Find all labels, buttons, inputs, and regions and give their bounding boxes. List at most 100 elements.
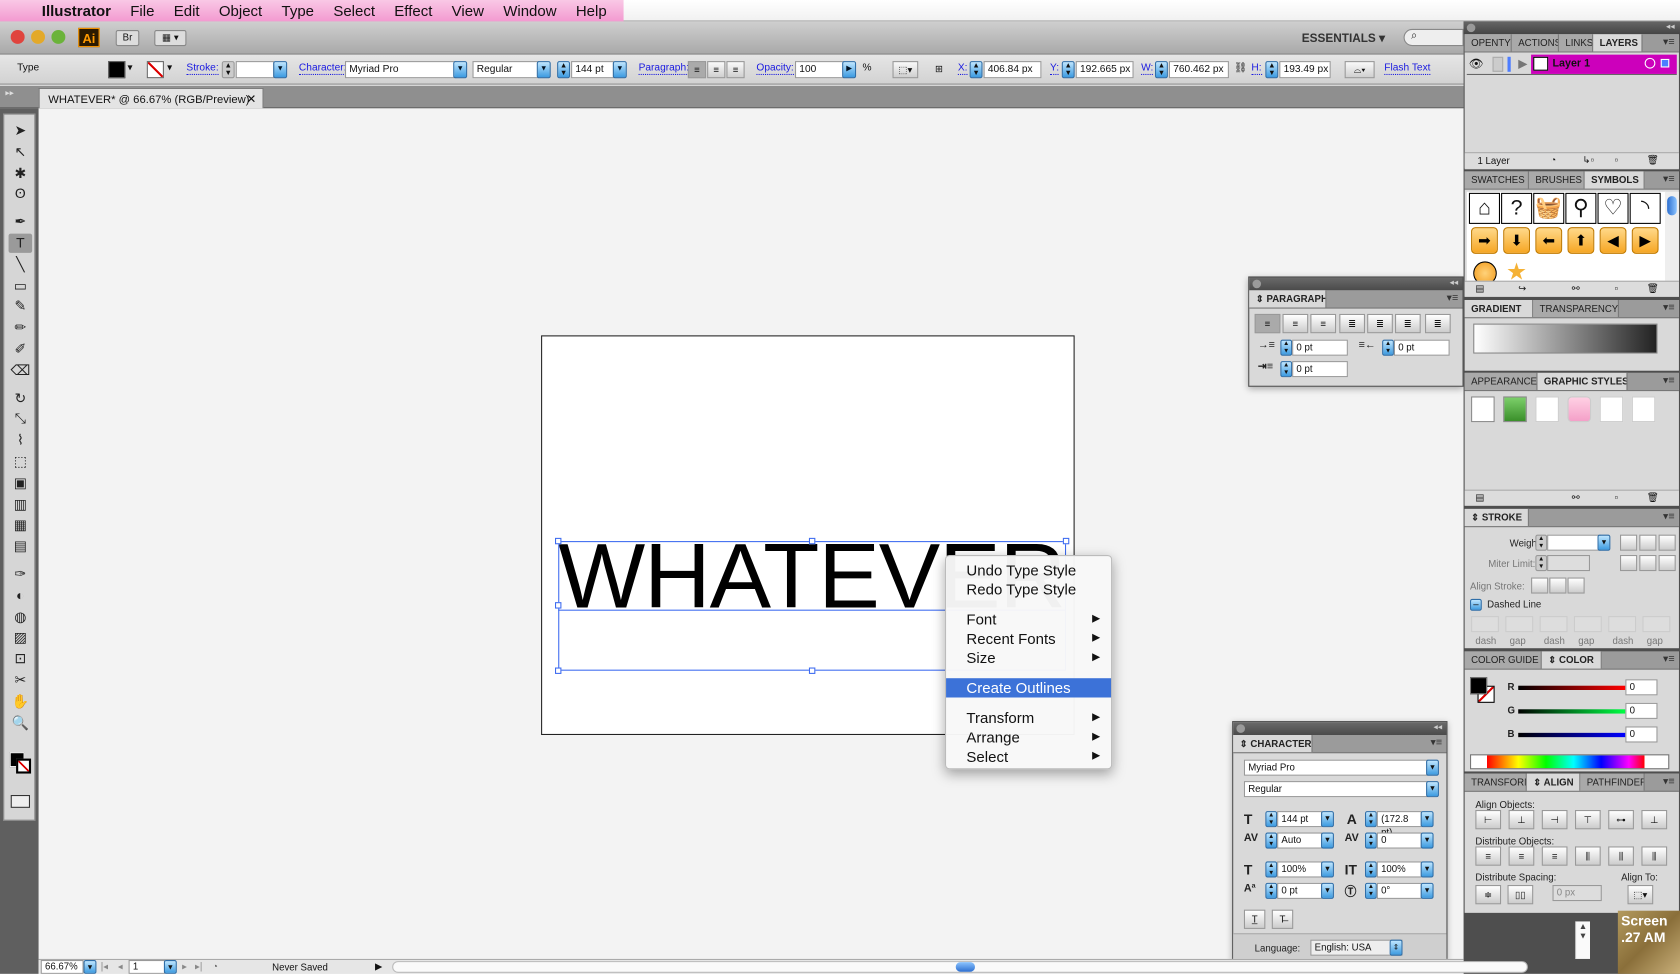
horizontal-distribute-right-button[interactable]: ⫼ [1641, 846, 1668, 866]
minimize-window-button[interactable] [31, 30, 46, 44]
fill-swatch[interactable] [108, 61, 126, 79]
envelope-warp-icon[interactable]: ⌓▾ [1344, 61, 1375, 79]
tab-links[interactable]: LINKS [1558, 34, 1594, 52]
vertical-align-bottom-button[interactable]: ⊥ [1641, 810, 1668, 830]
artboard-dropdown[interactable]: ▼ [163, 960, 177, 974]
miter-join-button[interactable] [1620, 555, 1638, 572]
break-link-icon[interactable]: ⚯ [1572, 492, 1580, 504]
font-size-dropdown[interactable]: ▼ [1321, 811, 1334, 828]
font-style-field[interactable]: Regular [472, 61, 539, 79]
character-rotation-stepper[interactable]: ▲ ▼ [1365, 882, 1377, 899]
eraser-tool-icon[interactable]: ⌫ [9, 361, 33, 380]
red-field[interactable]: 0 [1625, 679, 1658, 696]
tab-transparency[interactable]: TRANSPARENCY [1533, 300, 1619, 318]
first-artboard-button[interactable]: |◂ [101, 961, 108, 973]
horizontal-align-left-button[interactable]: ⊢ [1475, 810, 1502, 830]
baseline-shift-field[interactable]: 0 pt [1277, 882, 1323, 899]
dash-gap-field-1[interactable] [1505, 616, 1534, 633]
right-indent-field[interactable]: 0 pt [1393, 339, 1450, 356]
horizontal-align-right-button[interactable]: ⊣ [1541, 810, 1568, 830]
search-input[interactable]: ⌕ [1403, 28, 1464, 47]
line-segment-tool-icon[interactable]: ╲ [9, 255, 33, 274]
horizontal-align-center-button[interactable]: ⊥ [1508, 810, 1535, 830]
bridge-button[interactable]: Br [115, 30, 140, 47]
color-spectrum[interactable] [1470, 754, 1670, 770]
tab-actions[interactable]: ACTIONS [1511, 34, 1559, 52]
previous-artboard-button[interactable]: ◂ [118, 961, 123, 973]
tab-symbols[interactable]: SYMBOLS [1584, 171, 1645, 189]
symbol-10[interactable]: ◀ [1599, 227, 1627, 254]
artboard-tool-icon[interactable]: ⊡ [9, 649, 33, 668]
zoom-window-button[interactable] [51, 30, 66, 44]
align-stroke-inside-button[interactable] [1549, 577, 1567, 594]
direct-selection-tool-icon[interactable]: ↖ [9, 142, 33, 161]
lock-toggle[interactable] [1492, 56, 1504, 72]
width-field[interactable]: 760.462 px [1168, 61, 1229, 79]
last-artboard-button[interactable]: ▸| [195, 961, 202, 973]
transform-reference-icon[interactable]: ⊞ [930, 61, 948, 78]
locate-object-icon[interactable]: ◔ [1550, 154, 1556, 165]
tracking-dropdown[interactable]: ▼ [1420, 832, 1434, 849]
gradient-preview[interactable] [1473, 323, 1658, 354]
align-left-button[interactable]: ≡ [1254, 313, 1281, 334]
menu-effect[interactable]: Effect [385, 2, 442, 19]
tab-layers[interactable]: LAYERS [1593, 34, 1643, 52]
stroke-stepper[interactable]: ▲ ▼ [221, 61, 235, 79]
vertical-distribute-space-button[interactable]: ≑ [1475, 885, 1502, 905]
green-slider[interactable] [1518, 709, 1626, 714]
panel-menu-icon[interactable]: ▾≡ [1663, 36, 1675, 48]
dash-gap-field-0[interactable] [1471, 616, 1499, 633]
weight-field[interactable] [1547, 534, 1601, 551]
eyedropper-tool-icon[interactable]: ✑ [9, 565, 33, 584]
visibility-eye-icon[interactable]: 👁 [1469, 57, 1484, 71]
menu-item-recent-fonts[interactable]: Recent Fonts ▶ [946, 629, 1111, 648]
horizontal-distribute-space-button[interactable]: ▯▯ [1507, 885, 1534, 905]
vertical-scale-stepper[interactable]: ▲ ▼ [1265, 861, 1278, 878]
symbol-1[interactable]: ? [1501, 192, 1533, 224]
target-icon[interactable] [1644, 57, 1656, 69]
menu-type[interactable]: Type [272, 2, 324, 19]
live-paint-bucket-tool-icon[interactable]: ◍ [9, 607, 33, 626]
font-size-field[interactable]: 144 pt [571, 61, 614, 79]
blue-field[interactable]: 0 [1625, 726, 1658, 743]
width-stepper[interactable]: ▲ ▼ [1155, 61, 1168, 79]
screen-mode-icon[interactable] [10, 795, 31, 808]
x-stepper[interactable]: ▲ ▼ [969, 61, 983, 79]
align-center-button[interactable]: ≡ [1282, 313, 1309, 334]
opacity-link[interactable]: Opacity: [756, 62, 794, 76]
font-family-dropdown[interactable]: ▼ [1426, 759, 1439, 776]
symbol-libraries-icon[interactable]: ▤ [1475, 283, 1484, 295]
kerning-dropdown[interactable]: ▼ [1321, 832, 1334, 849]
layer-row[interactable]: 👁 ▶ Layer 1 [1466, 54, 1677, 76]
font-size-dropdown[interactable]: ▼ [612, 61, 627, 79]
align-to-selection-dropdown[interactable]: ⬚▾ [1627, 885, 1654, 905]
tab-opentype[interactable]: OPENTYPE [1464, 34, 1512, 52]
left-indent-field[interactable]: 0 pt [1292, 339, 1348, 356]
tab-color[interactable]: ⇕ COLOR [1541, 651, 1602, 669]
tab-color-guide[interactable]: COLOR GUIDE [1464, 651, 1542, 669]
menu-window[interactable]: Window [494, 2, 567, 19]
blob-brush-tool-icon[interactable]: ✐ [9, 340, 33, 359]
align-right-button[interactable]: ≡ [726, 61, 745, 79]
font-size-field[interactable]: 144 pt [1277, 811, 1323, 828]
font-size-stepper[interactable]: ▲ ▼ [1265, 811, 1278, 828]
vertical-scrollbar[interactable]: ▲ ▼ [1575, 921, 1591, 959]
paintbrush-tool-icon[interactable]: ✎ [9, 297, 33, 316]
resize-handle-bl[interactable] [555, 667, 562, 674]
graphic-style-none[interactable] [1599, 396, 1624, 423]
vertical-align-center-button[interactable]: ⊶ [1608, 810, 1634, 830]
menu-item-create-outlines[interactable]: Create Outlines [946, 678, 1112, 698]
dash-gap-field-2[interactable] [1539, 616, 1568, 633]
close-window-button[interactable] [10, 30, 25, 44]
symbol-8[interactable]: ⬅ [1535, 227, 1563, 254]
constrain-link-icon[interactable]: ⛓ [1234, 62, 1247, 74]
kerning-stepper[interactable]: ▲ ▼ [1265, 832, 1278, 849]
document-tab[interactable]: WHATEVER* @ 66.67% (RGB/Preview) ✕ [38, 87, 264, 109]
align-left-button[interactable]: ≡ [687, 61, 707, 79]
menu-item-transform[interactable]: Transform ▶ [946, 708, 1111, 727]
trash-icon[interactable]: 🗑 [1647, 283, 1659, 295]
slice-tool-icon[interactable]: ✂ [9, 671, 33, 690]
rectangle-tool-icon[interactable]: ▭ [9, 276, 33, 295]
justify-right-button[interactable]: ≣ [1395, 313, 1421, 334]
workspace-switcher[interactable]: ESSENTIALS ▾ [1302, 31, 1385, 45]
